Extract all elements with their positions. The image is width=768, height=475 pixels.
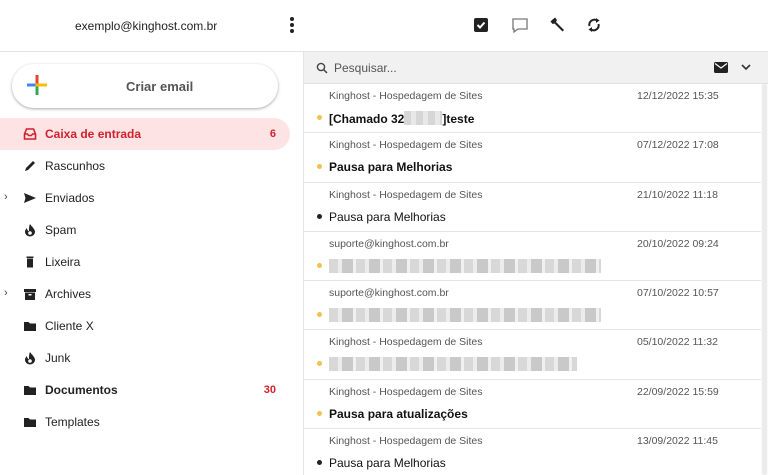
folder-documentos[interactable]: Documentos 30 — [0, 374, 290, 406]
fire-icon — [25, 224, 35, 237]
folder-label: Lixeira — [45, 255, 81, 269]
folder-sent[interactable]: › Enviados — [0, 182, 290, 214]
message-row[interactable]: suporte@kinghost.com.br 07/10/2022 10:57 — [304, 281, 768, 331]
redacted-text — [404, 111, 443, 125]
message-date: 21/10/2022 11:18 — [637, 188, 718, 201]
redacted-subject — [329, 357, 577, 372]
trash-icon — [26, 256, 34, 268]
folder-label: Caixa de entrada — [45, 127, 142, 141]
message-subject: Pausa para atualizações — [329, 406, 468, 421]
folder-inbox[interactable]: Caixa de entrada 6 — [0, 118, 290, 150]
unread-indicator — [317, 312, 322, 318]
top-bar: exemplo@kinghost.com.br — [0, 0, 768, 52]
scrollbar[interactable] — [761, 84, 768, 475]
unread-indicator — [317, 262, 322, 268]
unread-indicator — [317, 361, 322, 367]
chat-icon[interactable] — [509, 14, 531, 36]
folder-label: Archives — [45, 287, 92, 301]
folder-label: Rascunhos — [45, 159, 106, 173]
messages: Kinghost - Hospedagem de Sites 12/12/202… — [304, 84, 768, 475]
search-bar — [304, 52, 768, 84]
envelope-icon[interactable] — [714, 62, 728, 73]
redacted-subject — [329, 308, 601, 323]
sidebar: Criar email Caixa de entrada 6 Rascunhos… — [0, 52, 303, 475]
unread-indicator — [317, 115, 322, 120]
compose-button[interactable]: Criar email — [12, 64, 278, 108]
expand-arrow-icon[interactable]: › — [4, 287, 8, 299]
refresh-icon[interactable] — [583, 14, 605, 36]
chevron-down-icon[interactable] — [741, 64, 751, 71]
message-sender: Kinghost - Hospedagem de Sites — [329, 90, 483, 102]
fire-icon — [25, 352, 35, 365]
checkbox-icon[interactable] — [470, 14, 492, 36]
message-sender: Kinghost - Hospedagem de Sites — [329, 139, 483, 152]
folder-label: Junk — [45, 351, 71, 365]
message-row[interactable]: suporte@kinghost.com.br 20/10/2022 09:24 — [304, 232, 768, 282]
folder-list: Caixa de entrada 6 Rascunhos › Enviados … — [0, 118, 290, 438]
folder-cliente-x[interactable]: Cliente X — [0, 310, 290, 342]
message-date: 12/12/2022 15:35 — [637, 90, 719, 102]
folder-label: Spam — [45, 223, 77, 237]
unread-indicator — [317, 164, 322, 170]
message-subject: Pausa para Melhorias — [329, 209, 446, 224]
message-subject: [Chamado 32]teste — [329, 111, 475, 126]
message-sender: suporte@kinghost.com.br — [329, 237, 449, 250]
message-sender: Kinghost - Hospedagem de Sites — [329, 385, 483, 398]
plus-icon — [27, 75, 47, 95]
redacted-subject — [329, 258, 601, 273]
folder-junk[interactable]: Junk — [0, 342, 290, 374]
message-sender: Kinghost - Hospedagem de Sites — [329, 336, 483, 349]
search-input[interactable] — [334, 59, 694, 77]
message-row[interactable]: Kinghost - Hospedagem de Sites 12/12/202… — [304, 84, 768, 134]
folder-trash[interactable]: Lixeira — [0, 246, 290, 278]
message-row[interactable]: Kinghost - Hospedagem de Sites 07/12/202… — [304, 133, 768, 183]
unread-count: 30 — [263, 384, 276, 396]
folder-icon — [24, 418, 36, 427]
scrollbar-thumb[interactable] — [762, 84, 767, 475]
message-date: 20/10/2022 09:24 — [637, 237, 719, 250]
folder-label: Templates — [45, 415, 100, 429]
folder-icon — [24, 322, 36, 331]
message-row[interactable]: Kinghost - Hospedagem de Sites 13/09/202… — [304, 429, 768, 475]
folder-spam[interactable]: Spam — [0, 214, 290, 246]
message-subject: Pausa para Melhorias — [329, 456, 446, 471]
folder-drafts[interactable]: Rascunhos — [0, 150, 290, 182]
wrench-icon[interactable] — [547, 14, 569, 36]
read-indicator — [317, 213, 322, 219]
folder-label: Documentos — [45, 383, 118, 397]
read-indicator — [317, 460, 322, 466]
message-date: 07/12/2022 17:08 — [637, 139, 719, 152]
compose-label: Criar email — [126, 79, 194, 94]
archive-icon — [24, 289, 36, 300]
pencil-icon — [25, 161, 35, 171]
message-sender: Kinghost - Hospedagem de Sites — [329, 435, 483, 448]
folder-icon — [24, 386, 36, 395]
folder-label: Cliente X — [45, 319, 94, 333]
unread-indicator — [317, 410, 322, 416]
account-email[interactable]: exemplo@kinghost.com.br — [75, 19, 217, 33]
message-list-pane: Kinghost - Hospedagem de Sites 12/12/202… — [303, 52, 768, 475]
message-date: 22/09/2022 15:59 — [637, 385, 719, 398]
account-menu-icon[interactable] — [288, 16, 296, 36]
message-date: 13/09/2022 11:45 — [637, 435, 718, 448]
message-sender: Kinghost - Hospedagem de Sites — [329, 188, 483, 201]
inbox-icon — [23, 128, 37, 140]
unread-count: 6 — [269, 128, 276, 140]
send-icon — [24, 193, 36, 203]
folder-label: Enviados — [45, 191, 95, 205]
message-date: 07/10/2022 10:57 — [637, 287, 719, 300]
folder-archives[interactable]: › Archives — [0, 278, 290, 310]
search-icon — [316, 62, 328, 74]
message-date: 05/10/2022 11:32 — [637, 336, 718, 349]
message-sender: suporte@kinghost.com.br — [329, 287, 449, 300]
message-row[interactable]: Kinghost - Hospedagem de Sites 05/10/202… — [304, 330, 768, 380]
folder-templates[interactable]: Templates — [0, 406, 290, 438]
message-subject: Pausa para Melhorias — [329, 160, 453, 175]
message-row[interactable]: Kinghost - Hospedagem de Sites 21/10/202… — [304, 183, 768, 232]
message-row[interactable]: Kinghost - Hospedagem de Sites 22/09/202… — [304, 380, 768, 430]
expand-arrow-icon[interactable]: › — [4, 191, 8, 203]
